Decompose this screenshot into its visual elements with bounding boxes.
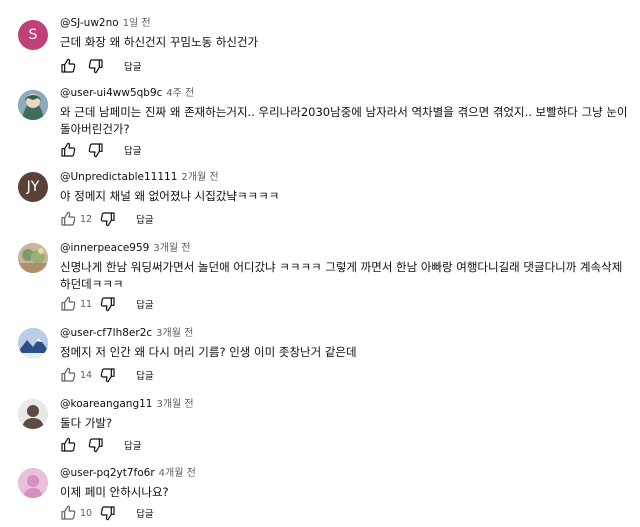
reply-button[interactable]: 답글 — [124, 143, 141, 157]
landscape-avatar-icon[interactable] — [18, 243, 48, 273]
like-icon[interactable] — [60, 58, 76, 74]
reply-button[interactable]: 답글 — [136, 297, 153, 311]
reply-button[interactable]: 답글 — [136, 212, 153, 226]
comment-text: 신명나게 한남 워딩써가면서 놀던애 어디갔냐 ㅋㅋㅋㅋ 그렇게 까면서 한남 … — [60, 260, 623, 291]
comment-author[interactable]: @user-cf7lh8er2c — [60, 327, 152, 339]
avatar-letter: JY — [26, 179, 40, 195]
reply-button[interactable]: 답글 — [124, 438, 141, 452]
dislike-icon[interactable] — [88, 142, 104, 158]
reply-button[interactable]: 답글 — [136, 368, 153, 382]
like-icon[interactable] — [60, 505, 76, 521]
comment-time[interactable]: 3개월 전 — [153, 243, 190, 254]
comment-author[interactable]: @innerpeace959 — [60, 242, 149, 254]
dislike-icon[interactable] — [100, 211, 116, 227]
comment-author[interactable]: @user-pq2yt7fo6r — [60, 467, 155, 479]
comment-time[interactable]: 4주 전 — [166, 88, 194, 99]
like-count: 12 — [80, 213, 93, 225]
comment-text: 정메지 저 인간 왜 다시 머리 기름? 인생 이미 좃창난거 같은데 — [60, 345, 357, 359]
like-icon[interactable] — [60, 437, 76, 453]
default-person-avatar-icon[interactable] — [18, 399, 48, 429]
comment-time[interactable]: 3개월 전 — [156, 399, 193, 410]
like-count: 11 — [80, 298, 93, 310]
dislike-icon[interactable] — [88, 58, 104, 74]
dislike-icon[interactable] — [100, 296, 116, 312]
comment-text: 와 근데 남페미는 진짜 왜 존재하는거지.. 우리나라2030남중에 남자라서… — [60, 105, 628, 136]
like-icon[interactable] — [60, 367, 76, 383]
like-icon[interactable] — [60, 142, 76, 158]
comment-time[interactable]: 1일 전 — [123, 18, 151, 29]
dislike-icon[interactable] — [100, 367, 116, 383]
comment-text: 근데 화장 왜 하신건지 꾸밈노동 하신건가 — [60, 35, 259, 49]
anime-avatar-icon[interactable] — [18, 90, 48, 120]
comment-text: 야 정메지 채널 왜 없어졌냐 시집갔냨ㅋㅋㅋㅋ — [60, 189, 280, 203]
comment-time[interactable]: 2개월 전 — [181, 172, 218, 183]
comment-author[interactable]: @user-ui4ww5qb9c — [60, 87, 162, 99]
comment-author[interactable]: @koareangang11 — [60, 398, 152, 410]
comment-text: 이제 페미 안하시나요? — [60, 485, 169, 499]
dislike-icon[interactable] — [88, 437, 104, 453]
like-icon[interactable] — [60, 296, 76, 312]
avatar-letter: S — [28, 27, 38, 43]
like-icon[interactable] — [60, 211, 76, 227]
comment-text: 둘다 가발? — [60, 416, 113, 430]
comment-author[interactable]: @SJ-uw2no — [60, 17, 119, 29]
like-count: 14 — [80, 369, 93, 381]
avatar[interactable]: JY — [18, 172, 48, 202]
comment-author[interactable]: @Unpredictable11111 — [60, 171, 177, 183]
like-count: 10 — [80, 507, 93, 519]
avatar[interactable]: S — [18, 20, 48, 50]
dislike-icon[interactable] — [100, 505, 116, 521]
pink-avatar-icon[interactable] — [18, 468, 48, 498]
comment-time[interactable]: 3개월 전 — [156, 328, 193, 339]
comment-time[interactable]: 4개월 전 — [159, 468, 196, 479]
reply-button[interactable]: 답글 — [136, 506, 153, 520]
mountain-avatar-icon[interactable] — [18, 328, 48, 358]
reply-button[interactable]: 답글 — [124, 59, 141, 73]
